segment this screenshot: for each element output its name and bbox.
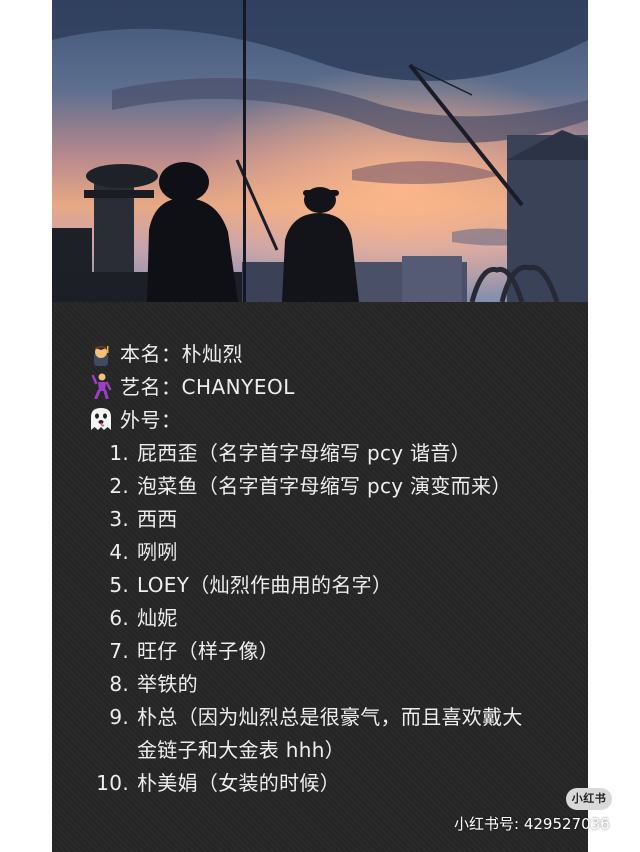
watermark-id: 小红书号: 429527036 xyxy=(454,815,610,833)
item-number: 10. xyxy=(96,771,129,795)
nickname-list: 1. 屁西歪（名字首字母缩写 pcy 谐音） 2. 泡菜鱼（名字首字母缩写 pcy … xyxy=(88,437,578,800)
stage-name-row: 艺名：CHANYEOL xyxy=(88,369,578,402)
item-number: 5. xyxy=(109,573,129,597)
list-item: 10. 朴美娟（女装的时候） xyxy=(88,767,578,800)
list-item: 7. 旺仔（样子像） xyxy=(88,635,578,668)
item-text: 灿妮 xyxy=(137,606,178,630)
ghost-emoji-icon xyxy=(88,406,114,432)
item-text: 朴美娟（女装的时候） xyxy=(137,771,340,795)
list-item: 2. 泡菜鱼（名字首字母缩写 pcy 演变而来） xyxy=(88,470,578,503)
item-number: 1. xyxy=(109,441,129,465)
list-item: 9. 朴总（因为灿烈总是很豪气，而且喜欢戴大金链子和大金表 hhh） xyxy=(88,701,578,767)
nickname-label: 外号： xyxy=(120,408,182,432)
item-text: 朴总（因为灿烈总是很豪气，而且喜欢戴大金链子和大金表 hhh） xyxy=(137,705,523,762)
header-photo xyxy=(52,0,588,302)
list-item: 5. LOEY（灿烈作曲用的名字） xyxy=(88,569,578,602)
list-item: 4. 咧咧 xyxy=(88,536,578,569)
watermark-badge: 小红书 xyxy=(566,788,612,810)
stage-name-label: 艺名：CHANYEOL xyxy=(120,375,295,399)
item-text: 泡菜鱼（名字首字母缩写 pcy 演变而来） xyxy=(137,474,512,498)
item-number: 7. xyxy=(109,639,129,663)
item-number: 4. xyxy=(109,540,129,564)
student-emoji-icon xyxy=(88,340,114,366)
item-text: 屁西歪（名字首字母缩写 pcy 谐音） xyxy=(137,441,471,465)
item-text: 西西 xyxy=(137,507,178,531)
item-number: 6. xyxy=(109,606,129,630)
real-name-row: 本名：朴灿烈 xyxy=(88,336,578,369)
list-item: 6. 灿妮 xyxy=(88,602,578,635)
list-item: 8. 举铁的 xyxy=(88,668,578,701)
real-name-label: 本名：朴灿烈 xyxy=(120,342,243,366)
item-text: 咧咧 xyxy=(137,540,178,564)
nickname-row: 外号： xyxy=(88,402,578,435)
list-item: 1. 屁西歪（名字首字母缩写 pcy 谐音） xyxy=(88,437,578,470)
item-number: 2. xyxy=(109,474,129,498)
item-number: 3. xyxy=(109,507,129,531)
item-number: 8. xyxy=(109,672,129,696)
dancing-person-emoji-icon xyxy=(88,373,114,399)
item-text: LOEY（灿烈作曲用的名字） xyxy=(137,573,393,597)
profile-info: 本名：朴灿烈 艺名：CHANYEOL 外号： 1. 屁西歪（名字首字母缩写 pc… xyxy=(88,336,578,800)
item-text: 旺仔（样子像） xyxy=(137,639,280,663)
profile-card: 本名：朴灿烈 艺名：CHANYEOL 外号： 1. 屁西歪（名字首字母缩写 pc… xyxy=(52,0,588,852)
item-text: 举铁的 xyxy=(137,672,198,696)
list-item: 3. 西西 xyxy=(88,503,578,536)
item-number: 9. xyxy=(109,705,129,729)
